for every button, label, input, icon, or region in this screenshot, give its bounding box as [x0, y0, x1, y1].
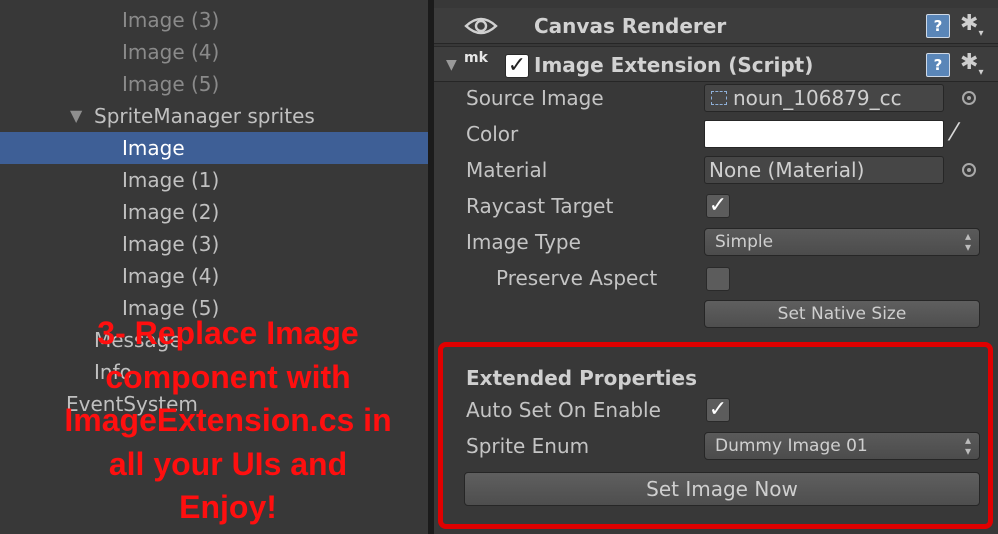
- hierarchy-item-label: Image (3): [122, 232, 220, 256]
- component-enabled-checkbox[interactable]: ✓: [505, 54, 529, 78]
- color-label: Color: [466, 122, 519, 146]
- annotation-line: all your UIs and: [108, 445, 348, 482]
- source-image-value: noun_106879_cc: [733, 86, 902, 110]
- raycast-target-checkbox[interactable]: ✓: [706, 194, 730, 218]
- eyedropper-icon[interactable]: ⁄: [952, 118, 956, 146]
- image-extension-title: Image Extension (Script): [534, 53, 814, 77]
- hierarchy-item-label: Image (4): [122, 40, 220, 64]
- hierarchy-item-label: Image (2): [122, 200, 220, 224]
- image-type-dropdown[interactable]: Simple ▴ ▾: [704, 228, 980, 256]
- hierarchy-item[interactable]: Image (1): [0, 164, 428, 196]
- hierarchy-item-label: Image (4): [122, 264, 220, 288]
- sprite-icon: [711, 91, 727, 105]
- source-image-field[interactable]: noun_106879_cc: [704, 84, 944, 112]
- hierarchy-item[interactable]: Image (4): [0, 36, 428, 68]
- hierarchy-item-label: Image (5): [122, 72, 220, 96]
- hierarchy-item[interactable]: Image (2): [0, 196, 428, 228]
- object-picker-icon[interactable]: [962, 163, 976, 177]
- image-extension-header[interactable]: ▼ mk ✓ Image Extension (Script) ? ✱▾: [434, 46, 998, 82]
- hierarchy-item-label: Image: [122, 136, 185, 160]
- annotation-line: component with: [105, 358, 351, 395]
- hierarchy-item[interactable]: Image (4): [0, 260, 428, 292]
- hierarchy-item[interactable]: Image (5): [0, 68, 428, 100]
- image-type-value: Simple: [715, 232, 774, 252]
- hierarchy-item[interactable]: Image (3): [0, 228, 428, 260]
- canvas-renderer-title: Canvas Renderer: [534, 14, 727, 38]
- dropdown-arrows-icon: ▴ ▾: [964, 229, 971, 254]
- material-field[interactable]: None (Material): [704, 156, 944, 184]
- source-image-label: Source Image: [466, 86, 604, 110]
- color-swatch[interactable]: [704, 120, 944, 148]
- preserve-aspect-checkbox[interactable]: [706, 267, 730, 291]
- help-icon[interactable]: ?: [926, 14, 950, 38]
- canvas-renderer-header[interactable]: Canvas Renderer ? ✱▾: [434, 8, 998, 44]
- image-type-label: Image Type: [466, 230, 581, 254]
- hierarchy-item-spritemanager-sprites[interactable]: ▼ SpriteManager sprites: [0, 100, 428, 132]
- eye-icon[interactable]: [464, 14, 498, 38]
- highlight-frame: [438, 342, 993, 529]
- preserve-aspect-label: Preserve Aspect: [496, 266, 658, 290]
- gear-icon[interactable]: ✱▾: [960, 51, 983, 85]
- foldout-arrow-icon[interactable]: ▼: [446, 47, 457, 83]
- raycast-target-label: Raycast Target: [466, 194, 614, 218]
- annotation-line: Enjoy!: [179, 489, 277, 525]
- object-picker-icon[interactable]: [962, 91, 976, 105]
- hierarchy-item-label: SpriteManager sprites: [94, 104, 315, 128]
- annotation-line: 3- Replace Image: [97, 315, 359, 351]
- hierarchy-item-selected[interactable]: Image: [0, 132, 428, 164]
- material-label: Material: [466, 158, 548, 182]
- annotation-text: 3- Replace Image component with ImageExt…: [18, 312, 438, 530]
- help-icon[interactable]: ?: [926, 53, 950, 77]
- script-icon: mk: [464, 50, 488, 66]
- hierarchy-item-label: Image (1): [122, 168, 220, 192]
- hierarchy-item-label: Image (3): [122, 8, 220, 32]
- set-native-size-button[interactable]: Set Native Size: [704, 300, 980, 328]
- annotation-line: ImageExtension.cs in: [64, 402, 392, 438]
- gear-icon[interactable]: ✱▾: [960, 12, 983, 46]
- hierarchy-item[interactable]: Image (3): [0, 4, 428, 36]
- expand-arrow-icon[interactable]: ▼: [70, 100, 82, 132]
